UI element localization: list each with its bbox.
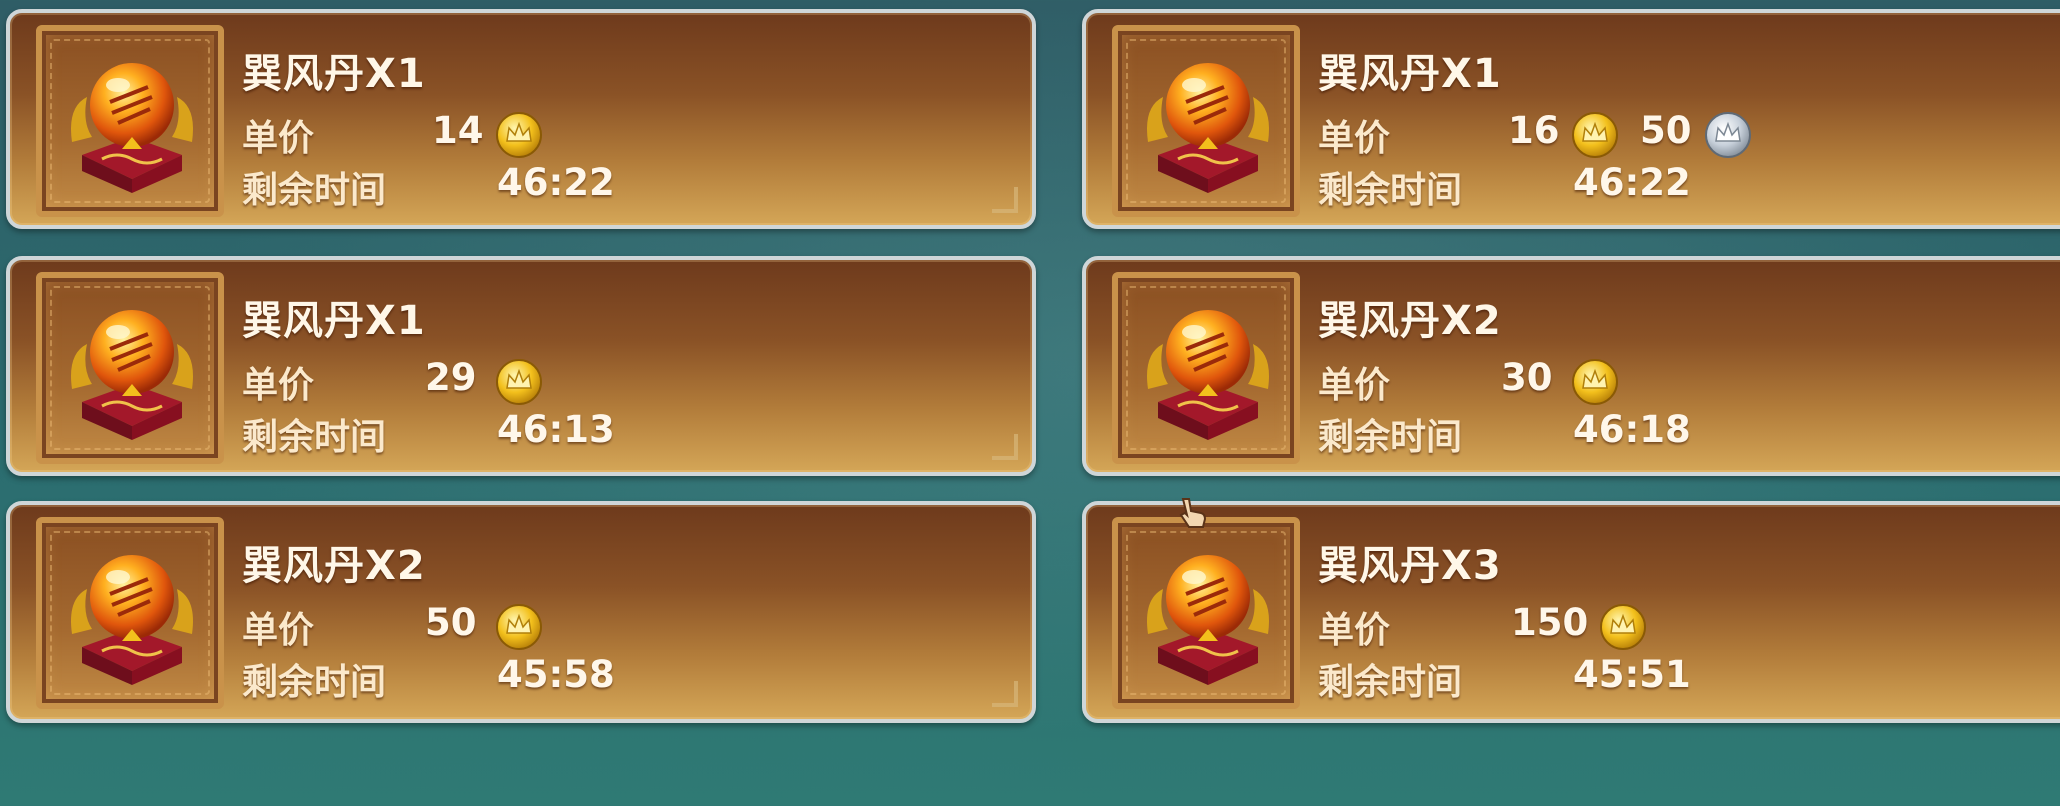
- time-left-label: 剩余时间: [1318, 417, 1463, 458]
- item-frame: [36, 517, 224, 709]
- item-name: 巽风丹X2: [242, 543, 426, 589]
- orb-pedestal-icon: [1147, 310, 1269, 440]
- time-left-value: 46:22: [497, 161, 615, 204]
- price-value-secondary: 50: [1640, 109, 1692, 152]
- time-left-label: 剩余时间: [242, 417, 387, 458]
- price-value: 29: [425, 356, 477, 399]
- orb-pedestal-icon: [71, 555, 193, 685]
- silver-coin-icon: [1705, 112, 1751, 158]
- corner-mark-icon: [992, 434, 1018, 460]
- item-frame: [1112, 517, 1300, 709]
- price-label: 单价: [1318, 610, 1391, 651]
- price-label: 单价: [242, 610, 315, 651]
- price-value: 16: [1508, 109, 1560, 152]
- item-frame: [36, 272, 224, 464]
- item-name: 巽风丹X3: [1318, 543, 1502, 589]
- orb-pedestal-icon: [1147, 555, 1269, 685]
- orb-pedestal-icon: [1147, 63, 1269, 193]
- time-left-value: 46:22: [1573, 161, 1691, 204]
- time-left-label: 剩余时间: [1318, 662, 1463, 703]
- price-label: 单价: [242, 118, 315, 159]
- gold-coin-icon: [496, 359, 542, 405]
- orb-pedestal-icon: [71, 310, 193, 440]
- price-label: 单价: [242, 365, 315, 406]
- time-left-label: 剩余时间: [1318, 170, 1463, 211]
- price-value: 30: [1501, 356, 1553, 399]
- gold-coin-icon: [1600, 604, 1646, 650]
- price-value: 150: [1511, 601, 1589, 644]
- time-left-value: 45:58: [497, 653, 615, 696]
- item-frame: [1112, 272, 1300, 464]
- gold-coin-icon: [496, 604, 542, 650]
- orb-pedestal-icon: [71, 63, 193, 193]
- time-left-value: 46:13: [497, 408, 615, 451]
- gold-coin-icon: [1572, 112, 1618, 158]
- hand-cursor-icon: [1179, 498, 1207, 528]
- time-left-label: 剩余时间: [242, 170, 387, 211]
- corner-mark-icon: [992, 681, 1018, 707]
- item-frame: [36, 25, 224, 217]
- listing-card[interactable]: 巽风丹X1 单价 29 剩余时间 46:13: [6, 256, 1036, 476]
- corner-mark-icon: [992, 187, 1018, 213]
- listing-card[interactable]: 巽风丹X2 单价 50 剩余时间 45:58: [6, 501, 1036, 723]
- time-left-value: 46:18: [1573, 408, 1691, 451]
- gold-coin-icon: [496, 112, 542, 158]
- listing-card[interactable]: 巽风丹X1 单价 14 剩余时间 46:22: [6, 9, 1036, 229]
- time-left-value: 45:51: [1573, 653, 1691, 696]
- price-value: 14: [432, 109, 484, 152]
- item-name: 巽风丹X1: [1318, 51, 1502, 97]
- price-label: 单价: [1318, 365, 1391, 406]
- item-frame: [1112, 25, 1300, 217]
- item-name: 巽风丹X1: [242, 298, 426, 344]
- item-name: 巽风丹X2: [1318, 298, 1502, 344]
- time-left-label: 剩余时间: [242, 662, 387, 703]
- gold-coin-icon: [1572, 359, 1618, 405]
- item-name: 巽风丹X1: [242, 51, 426, 97]
- listing-card[interactable]: 巽风丹X2 单价 30 剩余时间 46:18: [1082, 256, 2060, 476]
- price-value: 50: [425, 601, 477, 644]
- listing-card[interactable]: 巽风丹X3 单价 150 剩余时间 45:51: [1082, 501, 2060, 723]
- price-label: 单价: [1318, 118, 1391, 159]
- listing-card[interactable]: 巽风丹X1 单价 16 50 剩余时间 46:22: [1082, 9, 2060, 229]
